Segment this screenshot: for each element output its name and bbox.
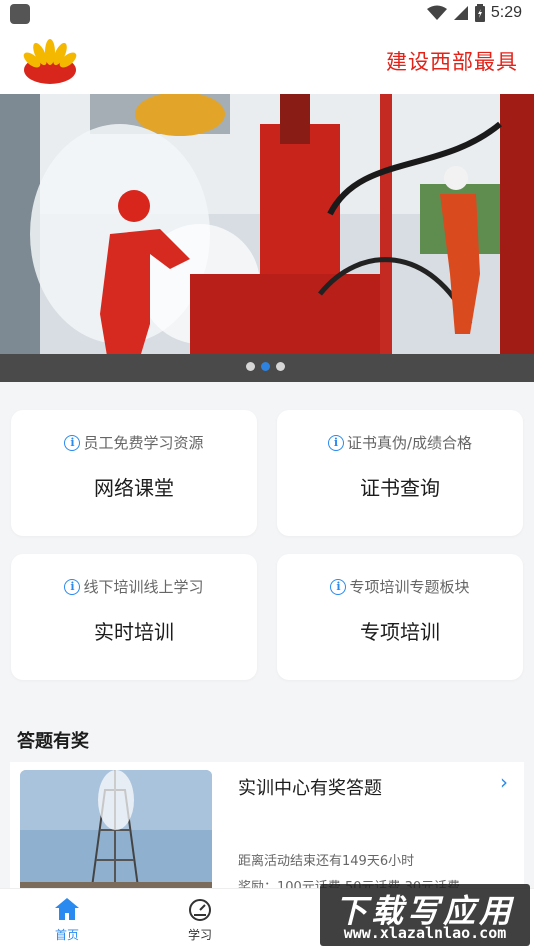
info-icon: i — [64, 578, 81, 595]
watermark: 下载写应用 www.xlazalnlao.com — [320, 884, 530, 946]
clock: 5:29 — [490, 4, 522, 21]
info-icon: i — [64, 434, 81, 451]
home-icon — [55, 898, 79, 920]
card-subtitle: 专项培训专题板块 — [349, 578, 470, 596]
card-title: 专项培训 — [360, 620, 440, 644]
info-icon: i — [330, 578, 347, 595]
status-indicators: 5:29 — [426, 4, 522, 22]
battery-icon — [474, 4, 485, 22]
carousel-dot[interactable] — [246, 362, 255, 371]
card-certificate-query[interactable]: i 证书真伪/成绩合格 证书查询 — [277, 410, 523, 536]
tab-home[interactable]: 首页 — [37, 897, 97, 943]
carousel-indicator — [246, 362, 285, 371]
wifi-icon — [426, 5, 447, 20]
quiz-title: 实训中心有奖答题 — [238, 778, 382, 799]
tab-label: 学习 — [187, 928, 212, 942]
petrochina-logo-icon — [23, 39, 77, 84]
card-online-classroom[interactable]: i 员工免费学习资源 网络课堂 — [11, 410, 257, 536]
card-subtitle: 证书真伪/成绩合格 — [346, 434, 473, 452]
card-title: 网络课堂 — [94, 476, 174, 500]
quiz-countdown: 距离活动结束还有149天6小时 — [238, 854, 415, 869]
carousel-dot[interactable] — [276, 362, 285, 371]
carousel-dot-active[interactable] — [261, 362, 270, 371]
card-title: 实时培训 — [94, 620, 174, 644]
app-header: 建设西部最具 — [0, 28, 534, 94]
card-subtitle: 员工免费学习资源 — [83, 434, 204, 452]
card-special-training[interactable]: i 专项培训专题板块 专项培训 — [277, 554, 523, 680]
quiz-list-item[interactable]: 实训中心有奖答题 › 距离活动结束还有149天6小时 奖励：100元话费 50元… — [10, 762, 524, 902]
banner-carousel[interactable] — [0, 94, 534, 382]
section-title-quiz: 答题有奖 — [17, 731, 89, 752]
tab-study[interactable]: 学习 — [170, 897, 230, 943]
banner-image — [0, 94, 534, 382]
cell-signal-icon — [453, 6, 468, 20]
quiz-thumbnail — [20, 770, 212, 902]
watermark-url: www.xlazalnlao.com — [343, 924, 507, 942]
marquee-slogan: 建设西部最具 — [386, 50, 518, 74]
chevron-right-icon[interactable]: › — [500, 770, 508, 794]
card-live-training[interactable]: i 线下培训线上学习 实时培训 — [11, 554, 257, 680]
tab-label: 首页 — [54, 928, 79, 942]
card-title: 证书查询 — [360, 476, 440, 500]
info-icon: i — [327, 434, 344, 451]
card-subtitle: 线下培训线上学习 — [83, 578, 204, 596]
app-notification-icon — [10, 4, 30, 24]
status-bar: 5:29 — [0, 0, 534, 28]
speedometer-icon — [189, 899, 211, 921]
